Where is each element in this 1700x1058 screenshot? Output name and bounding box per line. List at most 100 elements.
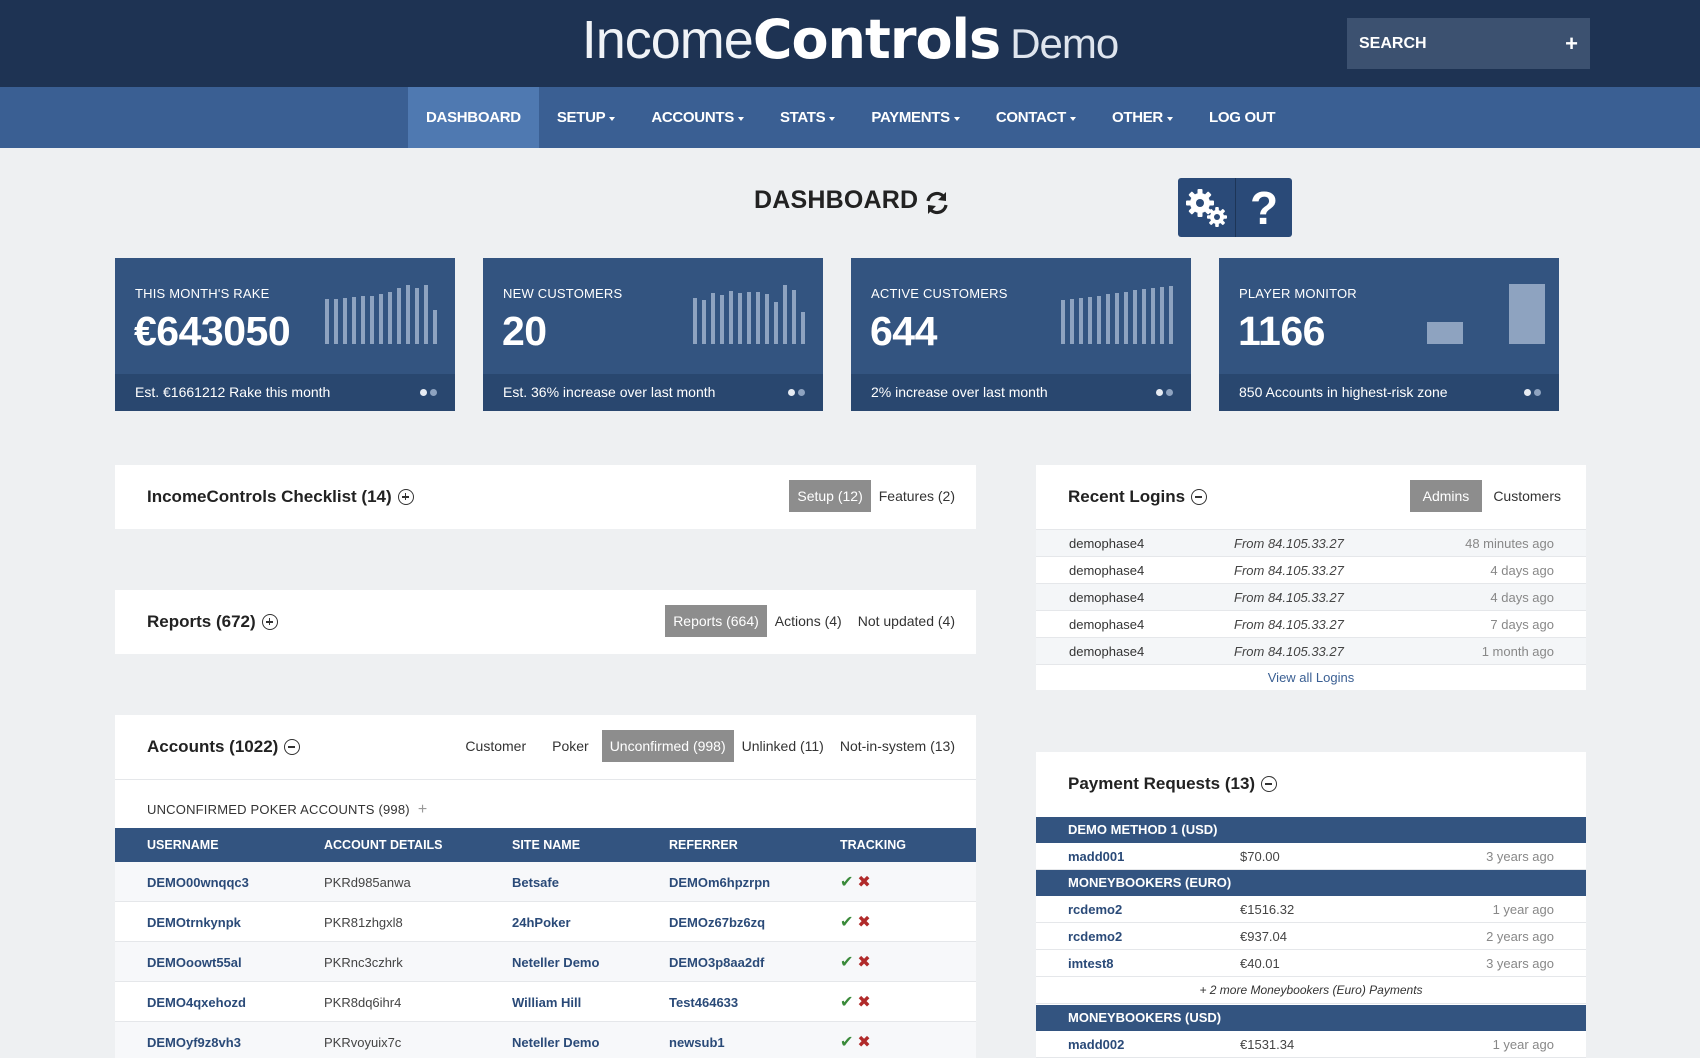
card-new-customers[interactable]: NEW CUSTOMERS 20 Est. 36% increase over … xyxy=(483,258,823,411)
col-username[interactable]: USERNAME xyxy=(147,838,219,852)
cell-referrer[interactable]: DEMO3p8aa2df xyxy=(669,955,764,970)
pager-dot[interactable] xyxy=(1166,389,1173,396)
payment-user[interactable]: imtest8 xyxy=(1068,956,1114,971)
list-item[interactable]: demophase4 From 84.105.33.27 4 days ago xyxy=(1036,557,1586,584)
col-site-name[interactable]: SITE NAME xyxy=(512,838,580,852)
tab-reports[interactable]: Reports (664) xyxy=(665,605,767,637)
col-tracking[interactable]: TRACKING xyxy=(840,838,906,852)
check-icon[interactable]: ✔ xyxy=(840,994,853,1011)
tab-actions[interactable]: Actions (4) xyxy=(767,605,850,637)
refresh-icon[interactable] xyxy=(924,190,950,216)
tab-not-in-system[interactable]: Not-in-system (13) xyxy=(832,730,963,762)
card-active-customers[interactable]: ACTIVE CUSTOMERS 644 2% increase over la… xyxy=(851,258,1191,411)
list-item[interactable]: imtest8 €40.01 3 years ago xyxy=(1036,950,1586,977)
check-icon[interactable]: ✔ xyxy=(840,914,853,931)
search-plus-icon[interactable]: + xyxy=(1565,31,1578,57)
pager-dot[interactable] xyxy=(1534,389,1541,396)
tab-customers[interactable]: Customers xyxy=(1482,480,1572,512)
list-item[interactable]: rcdemo2 €1516.32 1 year ago xyxy=(1036,896,1586,923)
list-item[interactable]: demophase4 From 84.105.33.27 4 days ago xyxy=(1036,584,1586,611)
cell-username[interactable]: DEMO4qxehozd xyxy=(147,995,246,1010)
tab-customer[interactable]: Customer xyxy=(452,730,539,762)
cell-referrer[interactable]: Test464633 xyxy=(669,995,738,1010)
list-item[interactable]: demophase4 From 84.105.33.27 7 days ago xyxy=(1036,611,1586,638)
payment-user[interactable]: rcdemo2 xyxy=(1068,902,1122,917)
nav-payments[interactable]: PAYMENTS xyxy=(853,87,977,148)
col-referrer[interactable]: REFERRER xyxy=(669,838,738,852)
cross-icon[interactable]: ✖ xyxy=(857,874,870,891)
tab-unconfirmed[interactable]: Unconfirmed (998) xyxy=(601,730,734,762)
list-item[interactable]: rcdemo2 €937.04 2 years ago xyxy=(1036,923,1586,950)
list-item[interactable]: demophase4 From 84.105.33.27 1 month ago xyxy=(1036,638,1586,665)
tab-features[interactable]: Features (2) xyxy=(871,480,963,512)
cell-site-name[interactable]: Neteller Demo xyxy=(512,955,599,970)
minus-circle-icon[interactable] xyxy=(1261,776,1278,792)
cross-icon[interactable]: ✖ xyxy=(857,1034,870,1051)
tab-not-updated[interactable]: Not updated (4) xyxy=(850,605,963,637)
help-button[interactable]: ? xyxy=(1235,178,1292,237)
payment-user[interactable]: madd001 xyxy=(1068,849,1124,864)
cell-site-name[interactable]: Neteller Demo xyxy=(512,1035,599,1050)
check-icon[interactable]: ✔ xyxy=(840,954,853,971)
cross-icon[interactable]: ✖ xyxy=(857,954,870,971)
cell-site-name[interactable]: Betsafe xyxy=(512,875,559,890)
check-icon[interactable]: ✔ xyxy=(840,874,853,891)
tab-unlinked[interactable]: Unlinked (11) xyxy=(734,730,832,762)
view-all-logins-link[interactable]: View all Logins xyxy=(1036,670,1586,685)
cell-referrer[interactable]: DEMOm6hpzrpn xyxy=(669,875,770,890)
nav-dashboard[interactable]: DASHBOARD xyxy=(408,87,539,148)
cell-referrer[interactable]: newsub1 xyxy=(669,1035,725,1050)
list-item[interactable]: madd001 $70.00 3 years ago xyxy=(1036,843,1586,870)
nav-logout[interactable]: LOG OUT xyxy=(1191,87,1293,148)
list-item[interactable]: demophase4 From 84.105.33.27 48 minutes … xyxy=(1036,530,1586,557)
more-payments-link[interactable]: + 2 more Moneybookers (Euro) Payments xyxy=(1036,977,1586,1004)
card-pager[interactable] xyxy=(1524,389,1541,396)
plus-circle-icon[interactable] xyxy=(261,614,278,630)
cross-icon[interactable]: ✖ xyxy=(857,914,870,931)
nav-other[interactable]: OTHER xyxy=(1094,87,1191,148)
accounts-title[interactable]: Accounts (1022) xyxy=(147,737,301,757)
list-item[interactable]: madd002 €1531.34 1 year ago xyxy=(1036,1031,1586,1058)
recent-logins-title[interactable]: Recent Logins xyxy=(1068,487,1208,507)
cross-icon[interactable]: ✖ xyxy=(857,994,870,1011)
tab-admins[interactable]: Admins xyxy=(1409,480,1483,512)
pager-dot[interactable] xyxy=(420,389,427,396)
tab-poker[interactable]: Poker xyxy=(539,730,602,762)
cell-username[interactable]: DEMOoowt55al xyxy=(147,955,242,970)
payment-user[interactable]: madd002 xyxy=(1068,1037,1124,1052)
nav-contact[interactable]: CONTACT xyxy=(978,87,1094,148)
cell-username[interactable]: DEMOyf9z8vh3 xyxy=(147,1035,241,1050)
checklist-title[interactable]: IncomeControls Checklist (14) xyxy=(147,487,414,507)
card-player-monitor[interactable]: PLAYER MONITOR 1166 850 Accounts in high… xyxy=(1219,258,1559,411)
cell-username[interactable]: DEMOtrnkynpk xyxy=(147,915,241,930)
minus-circle-icon[interactable] xyxy=(1191,489,1208,505)
card-pager[interactable] xyxy=(1156,389,1173,396)
pager-dot[interactable] xyxy=(1524,389,1531,396)
payment-user[interactable]: rcdemo2 xyxy=(1068,929,1122,944)
cell-username[interactable]: DEMO00wnqqc3 xyxy=(147,875,249,890)
expand-plus-icon[interactable]: + xyxy=(418,801,428,818)
pager-dot[interactable] xyxy=(430,389,437,396)
pager-dot[interactable] xyxy=(1156,389,1163,396)
plus-circle-icon[interactable] xyxy=(397,489,414,505)
pager-dot[interactable] xyxy=(788,389,795,396)
settings-button[interactable] xyxy=(1178,178,1235,237)
card-pager[interactable] xyxy=(420,389,437,396)
cell-referrer[interactable]: DEMOz67bz6zq xyxy=(669,915,765,930)
check-icon[interactable]: ✔ xyxy=(840,1034,853,1051)
minus-circle-icon[interactable] xyxy=(284,739,301,755)
nav-stats[interactable]: STATS xyxy=(762,87,853,148)
nav-accounts[interactable]: ACCOUNTS xyxy=(633,87,762,148)
reports-title[interactable]: Reports (672) xyxy=(147,612,278,632)
tab-setup[interactable]: Setup (12) xyxy=(789,480,871,512)
cell-site-name[interactable]: 24hPoker xyxy=(512,915,571,930)
col-account-details[interactable]: ACCOUNT DETAILS xyxy=(324,838,443,852)
search-input[interactable] xyxy=(1359,34,1549,53)
login-ip: From 84.105.33.27 xyxy=(1234,644,1344,659)
pager-dot[interactable] xyxy=(798,389,805,396)
payment-requests-title[interactable]: Payment Requests (13) xyxy=(1068,774,1278,794)
cell-site-name[interactable]: William Hill xyxy=(512,995,581,1010)
card-rake[interactable]: THIS MONTH'S RAKE €643050 Est. €1661212 … xyxy=(115,258,455,411)
card-pager[interactable] xyxy=(788,389,805,396)
nav-setup[interactable]: SETUP xyxy=(539,87,634,148)
